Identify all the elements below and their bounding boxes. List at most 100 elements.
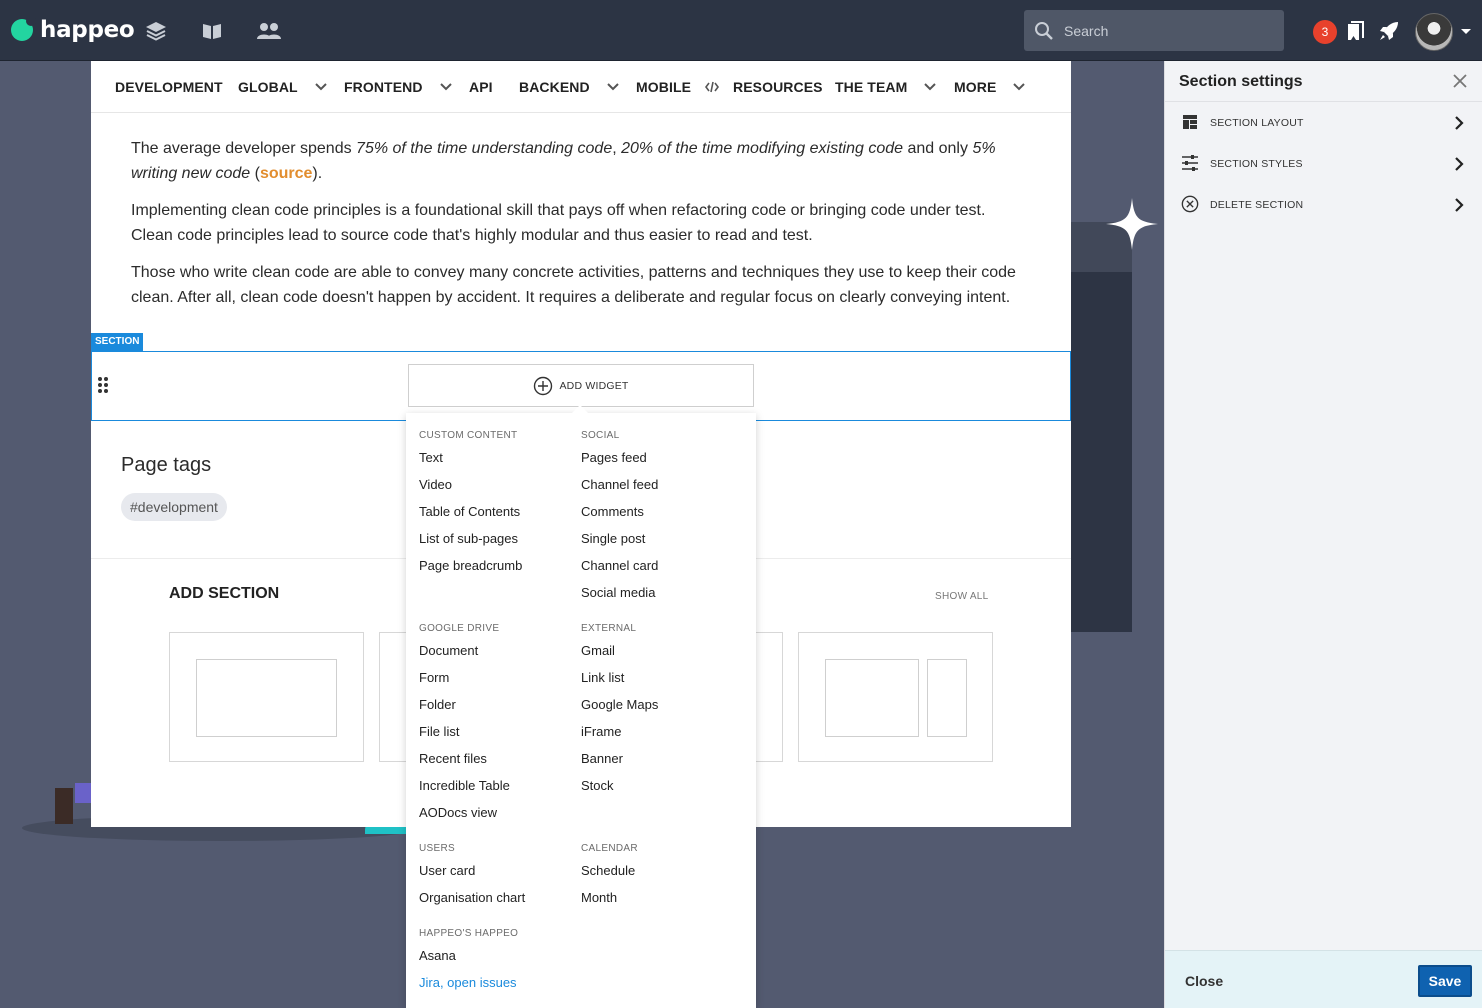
layout-option-wide-narrow[interactable]: [798, 632, 993, 762]
menu-item-iframe[interactable]: iFrame: [581, 721, 741, 748]
menu-item-user-card[interactable]: User card: [419, 860, 579, 887]
menu-item-incredible-table[interactable]: Incredible Table: [419, 775, 579, 802]
add-widget-button[interactable]: ADD WIDGET: [408, 364, 754, 407]
menu-item-table-of-contents[interactable]: Table of Contents: [419, 501, 579, 528]
drag-handle-icon[interactable]: [97, 376, 109, 394]
layout-option-single[interactable]: [169, 632, 364, 762]
nav-item-development[interactable]: DEVELOPMENT: [115, 79, 223, 95]
menu-item-list-of-sub-pages[interactable]: List of sub-pages: [419, 528, 579, 555]
nav-item-global[interactable]: GLOBAL: [238, 79, 327, 95]
menu-item-folder[interactable]: Folder: [419, 694, 579, 721]
page-navigation: DEVELOPMENT GLOBAL FRONTEND API BACKEND …: [91, 61, 1071, 113]
search-input[interactable]: [1064, 10, 1274, 51]
section-layout-row[interactable]: SECTION LAYOUT: [1165, 102, 1482, 143]
menu-item-social-media[interactable]: Social media: [581, 582, 741, 609]
menu-item-banner[interactable]: Banner: [581, 748, 741, 775]
search-bar[interactable]: [1024, 10, 1284, 51]
chevron-down-icon: [924, 83, 937, 91]
row-label: SECTION STYLES: [1210, 157, 1303, 170]
menu-group-custom-content: CUSTOM CONTENT Text Video Table of Conte…: [419, 430, 579, 582]
notification-badge[interactable]: 3: [1313, 20, 1337, 44]
nav-item-resources[interactable]: RESOURCES: [733, 79, 823, 95]
layout-column: [196, 659, 337, 737]
save-button[interactable]: Save: [1418, 965, 1472, 997]
delete-section-row[interactable]: DELETE SECTION: [1165, 184, 1482, 225]
chevron-down-icon: [606, 83, 619, 91]
menu-item-aodocs-view[interactable]: AODocs view: [419, 802, 579, 829]
row-label: DELETE SECTION: [1210, 198, 1304, 211]
menu-group-users: USERS User card Organisation chart: [419, 843, 579, 914]
section-styles-row[interactable]: SECTION STYLES: [1165, 143, 1482, 184]
menu-item-single-post[interactable]: Single post: [581, 528, 741, 555]
menu-item-text[interactable]: Text: [419, 447, 579, 474]
menu-group-calendar: CALENDAR Schedule Month: [581, 843, 741, 914]
chevron-right-icon: [1455, 157, 1464, 171]
menu-group-heading: USERS: [419, 843, 455, 854]
layout-column-wide: [825, 659, 919, 737]
menu-item-gmail[interactable]: Gmail: [581, 640, 741, 667]
menu-item-asana[interactable]: Asana: [419, 945, 579, 972]
menu-group-social: SOCIAL Pages feed Channel feed Comments …: [581, 430, 741, 609]
panel-title: Section settings: [1179, 73, 1303, 90]
menu-group-google-drive: GOOGLE DRIVE Document Form Folder File l…: [419, 623, 579, 829]
panel-footer: Close Save: [1165, 950, 1482, 1008]
menu-item-form[interactable]: Form: [419, 667, 579, 694]
close-icon[interactable]: [1452, 73, 1468, 89]
people-icon[interactable]: [256, 20, 282, 42]
nav-item-frontend[interactable]: FRONTEND: [344, 79, 452, 95]
nav-item-mobile[interactable]: MOBILE: [636, 79, 720, 95]
menu-item-file-list[interactable]: File list: [419, 721, 579, 748]
menu-item-recent-files[interactable]: Recent files: [419, 748, 579, 775]
nav-item-the-team[interactable]: THE TEAM: [835, 79, 937, 95]
chevron-down-icon: [439, 83, 452, 91]
plus-circle-icon: [534, 376, 553, 395]
show-all-link[interactable]: SHOW ALL: [935, 591, 989, 602]
section-label: SECTION: [91, 333, 144, 351]
background-panel: [1071, 222, 1132, 632]
menu-item-video[interactable]: Video: [419, 474, 579, 501]
menu-group-heading: GOOGLE DRIVE: [419, 623, 500, 634]
book-icon[interactable]: [201, 20, 223, 42]
sparkle-icon: [1106, 198, 1158, 250]
menu-item-schedule[interactable]: Schedule: [581, 860, 741, 887]
menu-item-comments[interactable]: Comments: [581, 501, 741, 528]
chevron-down-icon: [1013, 83, 1026, 91]
row-label: SECTION LAYOUT: [1210, 116, 1304, 129]
sliders-icon: [1182, 155, 1198, 171]
source-link[interactable]: source: [260, 165, 312, 182]
menu-item-jira-open-issues[interactable]: Jira, open issues: [419, 972, 579, 999]
menu-group-heading: SOCIAL: [581, 430, 620, 441]
add-section-title: ADD SECTION: [169, 585, 280, 602]
happeo-logo[interactable]: happeo: [11, 16, 135, 43]
menu-item-page-breadcrumb[interactable]: Page breadcrumb: [419, 555, 579, 582]
menu-item-month[interactable]: Month: [581, 887, 741, 914]
menu-group-heading: HAPPEO'S HAPPEO: [419, 928, 519, 939]
layout-column-narrow: [927, 659, 967, 737]
logo-text: happeo: [40, 17, 135, 43]
tag-chip[interactable]: #development: [121, 493, 227, 521]
menu-item-pages-feed[interactable]: Pages feed: [581, 447, 741, 474]
menu-item-link-list[interactable]: Link list: [581, 667, 741, 694]
user-avatar[interactable]: [1415, 13, 1453, 51]
menu-item-channel-feed[interactable]: Channel feed: [581, 474, 741, 501]
menu-item-google-maps[interactable]: Google Maps: [581, 694, 741, 721]
delete-circle-icon: [1181, 195, 1199, 213]
rocket-icon[interactable]: [1378, 20, 1400, 42]
nav-item-more[interactable]: MORE: [954, 79, 1026, 95]
menu-item-organisation-chart[interactable]: Organisation chart: [419, 887, 579, 914]
nav-item-backend[interactable]: BACKEND: [519, 79, 619, 95]
layers-icon[interactable]: [145, 20, 167, 42]
illustration-figure-sleeve: [75, 783, 91, 803]
page-tags-title: Page tags: [121, 454, 212, 476]
close-button[interactable]: Close: [1185, 973, 1223, 989]
nav-item-api[interactable]: API: [469, 79, 493, 95]
layout-icon: [1183, 115, 1197, 129]
search-icon: [1035, 22, 1053, 40]
menu-group-heading: CUSTOM CONTENT: [419, 430, 518, 441]
menu-item-stock[interactable]: Stock: [581, 775, 741, 802]
menu-item-channel-card[interactable]: Channel card: [581, 555, 741, 582]
section-settings-panel: Section settings SECTION LAYOUT SECTION …: [1164, 61, 1482, 1008]
bookmark-icon[interactable]: [1345, 20, 1367, 42]
chevron-down-icon[interactable]: [1461, 29, 1471, 34]
menu-item-document[interactable]: Document: [419, 640, 579, 667]
